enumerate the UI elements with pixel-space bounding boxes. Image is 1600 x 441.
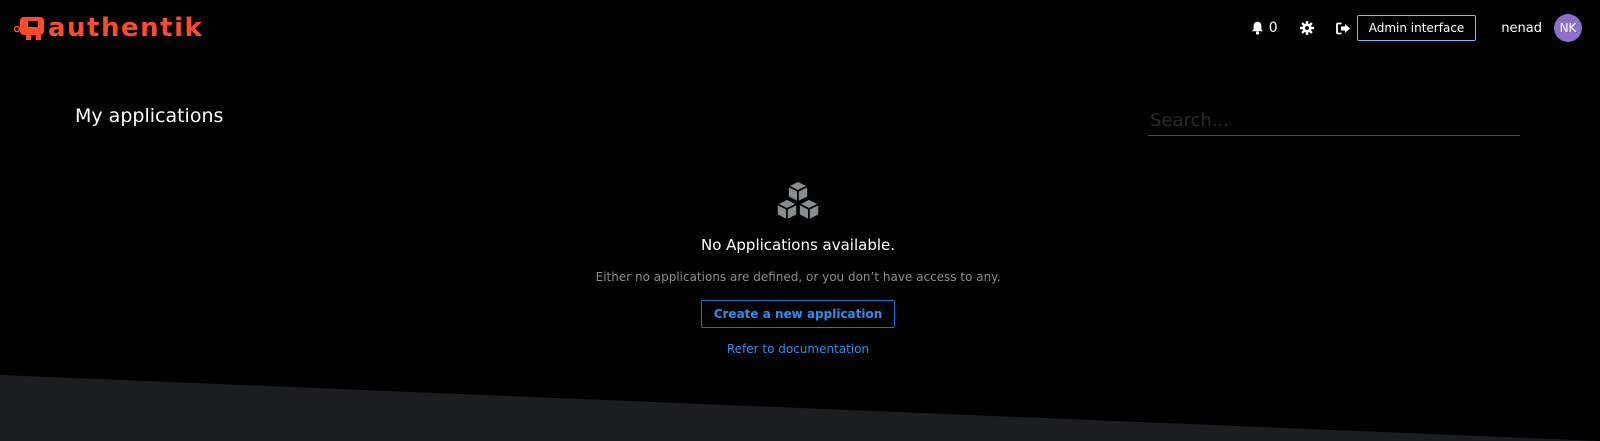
logout-button[interactable]: [1335, 22, 1351, 35]
brand-name: authentik: [48, 13, 204, 43]
notifications-button[interactable]: 0: [1251, 20, 1278, 36]
username: nenad: [1501, 20, 1542, 36]
search-input[interactable]: [1148, 106, 1520, 136]
sign-out-icon: [1335, 22, 1350, 34]
notification-count: 0: [1268, 20, 1278, 36]
header-toolbar: 0 Admin interface nenad NK: [1251, 13, 1582, 43]
create-application-button[interactable]: Create a new application: [700, 300, 896, 328]
authentik-logo-icon: [14, 17, 44, 40]
admin-interface-button[interactable]: Admin interface: [1356, 15, 1477, 41]
top-navbar: authentik 0 Admin interface nenad NK: [0, 0, 1600, 56]
empty-state-body: Either no applications are defined, or y…: [595, 270, 1001, 284]
empty-state: No Applications available. Either no app…: [560, 180, 1036, 356]
documentation-link[interactable]: Refer to documentation: [727, 342, 869, 356]
cubes-icon: [776, 180, 820, 221]
avatar[interactable]: NK: [1554, 14, 1582, 42]
brand-logo[interactable]: authentik: [14, 14, 203, 42]
bell-icon: [1251, 21, 1263, 35]
empty-state-title: No Applications available.: [700, 236, 896, 254]
gear-icon: [1299, 21, 1314, 35]
avatar-initials: NK: [1559, 21, 1577, 35]
settings-button[interactable]: [1299, 21, 1314, 35]
page-title: My applications: [75, 105, 224, 127]
